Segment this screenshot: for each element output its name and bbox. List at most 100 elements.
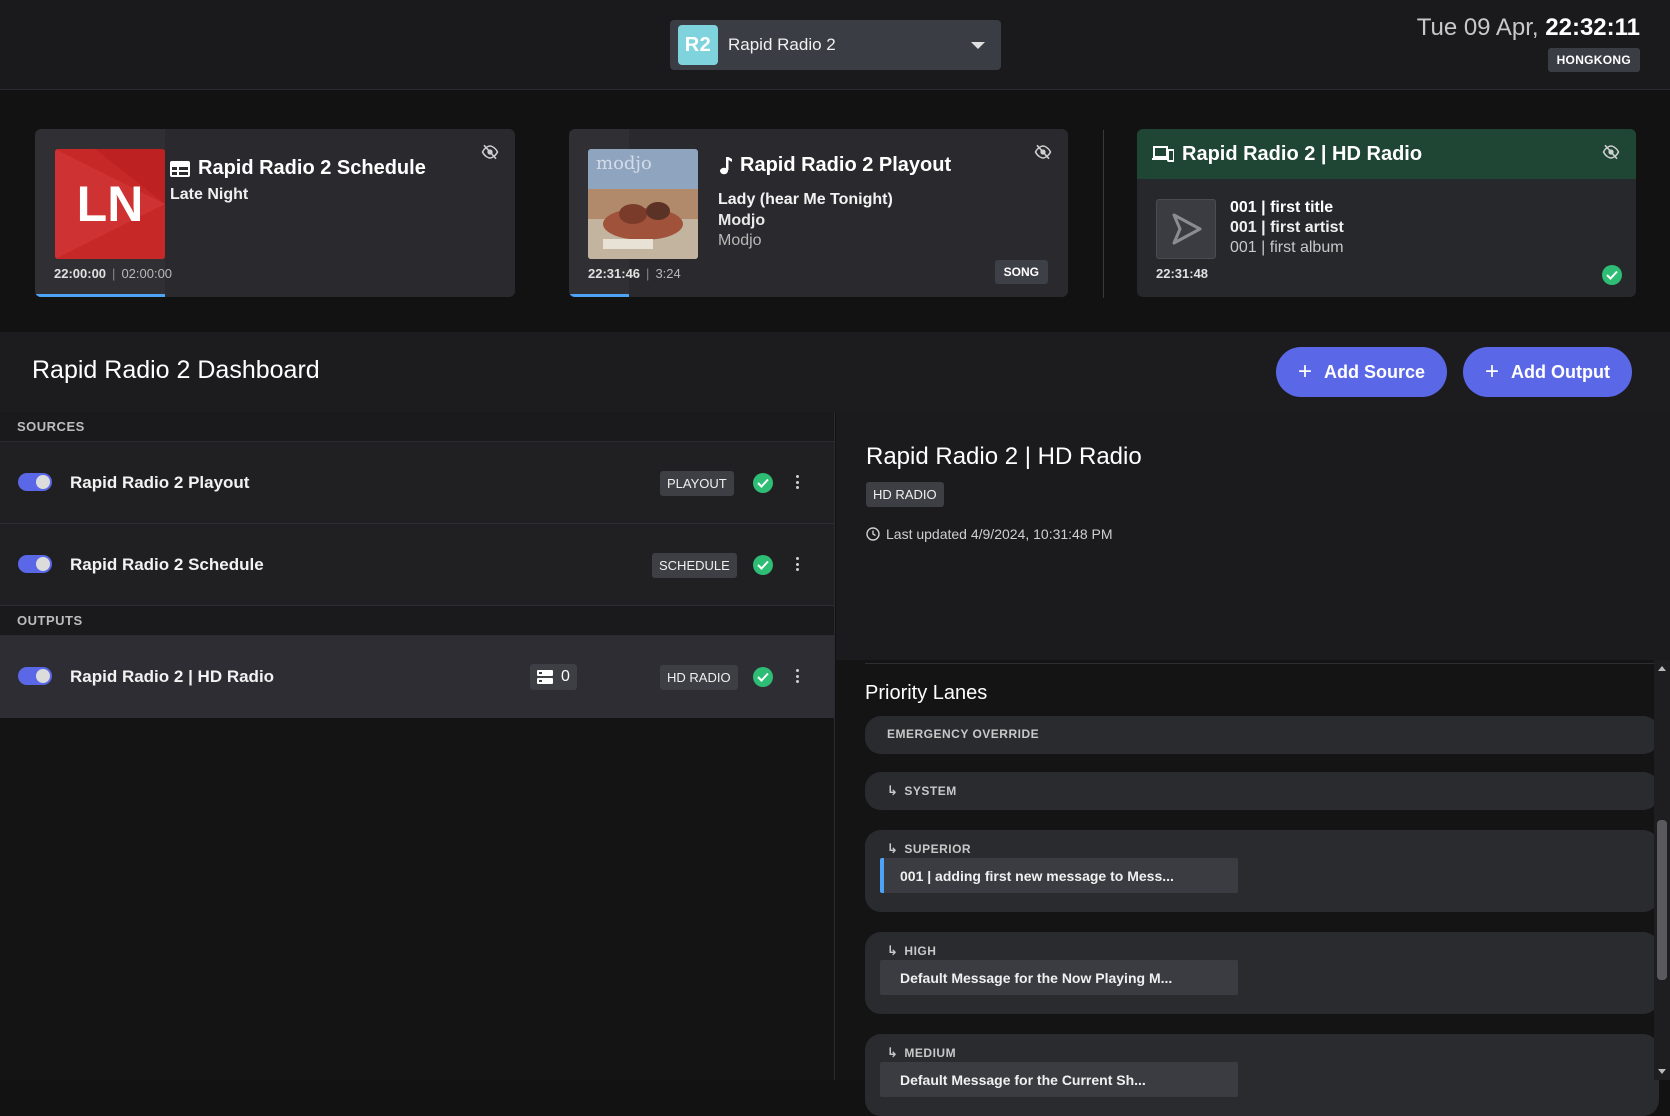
priority-lane-system[interactable]: ↳ SYSTEM <box>865 772 1659 810</box>
schedule-icon <box>170 160 190 177</box>
schedule-progress <box>35 294 515 297</box>
dashboard-header: Rapid Radio 2 Dashboard + Add Source + A… <box>0 332 1670 412</box>
hd-line-1: 001 | first title <box>1230 199 1334 216</box>
queue-icon <box>537 670 553 684</box>
lane-message-item[interactable]: Default Message for the Now Playing M... <box>880 960 1238 995</box>
schedule-art-text: LN <box>76 176 144 232</box>
playout-album: Modjo <box>718 232 762 249</box>
status-ok-icon <box>753 473 773 493</box>
card-divider <box>1103 130 1104 298</box>
visibility-off-icon[interactable] <box>1034 143 1052 161</box>
lane-label: MEDIUM <box>904 1046 957 1060</box>
add-source-label: Add Source <box>1324 361 1426 382</box>
plus-icon: + <box>1298 358 1313 385</box>
priority-lane-emergency[interactable]: EMERGENCY OVERRIDE <box>865 716 1659 754</box>
priority-lane-medium[interactable]: ↳ MEDIUM Default Message for the Current … <box>865 1034 1659 1116</box>
more-options-icon[interactable] <box>790 666 804 686</box>
status-ok-icon <box>753 667 773 687</box>
scrollbar[interactable] <box>1654 660 1670 1080</box>
schedule-card[interactable]: LN Rapid Radio 2 Schedule Late Night 22:… <box>35 129 515 297</box>
hd-art-placeholder <box>1156 199 1216 259</box>
output-toggle[interactable] <box>18 667 52 685</box>
hd-time: 22:31:48 <box>1156 266 1209 281</box>
clock-time: 22:32:11 <box>1545 14 1640 41</box>
scroll-up-icon[interactable] <box>1658 666 1666 671</box>
album-art-text: modjo <box>596 153 652 174</box>
last-updated: Last updated 4/9/2024, 10:31:48 PM <box>866 526 1113 542</box>
source-toggle[interactable] <box>18 555 52 573</box>
priority-lane-high[interactable]: ↳ HIGH Default Message for the Now Playin… <box>865 932 1659 1014</box>
sources-outputs-panel: SOURCES Rapid Radio 2 Playout PLAYOUT Ra… <box>0 412 835 1080</box>
station-name: Rapid Radio 2 <box>728 35 836 54</box>
playout-card[interactable]: modjo Rapid Radio 2 Playout Lady (hear M… <box>569 129 1068 297</box>
playout-duration: 3:24 <box>655 266 681 281</box>
lane-label: SUPERIOR <box>904 842 972 856</box>
hd-radio-card-header: Rapid Radio 2 | HD Radio <box>1137 129 1636 179</box>
devices-icon <box>1152 146 1174 162</box>
priority-lane-superior[interactable]: ↳ SUPERIOR 001 | adding first new message… <box>865 830 1659 912</box>
output-detail-header: Rapid Radio 2 | HD Radio HD RADIO Last u… <box>836 412 1670 660</box>
scrollbar-thumb[interactable] <box>1657 820 1667 980</box>
schedule-title-text: Rapid Radio 2 Schedule <box>198 157 426 179</box>
output-detail-panel: Rapid Radio 2 | HD Radio HD RADIO Last u… <box>836 412 1670 1116</box>
source-type-tag: SCHEDULE <box>652 553 737 578</box>
page-title: Rapid Radio 2 Dashboard <box>32 356 320 384</box>
divider <box>865 663 1659 664</box>
plus-icon: + <box>1485 358 1500 385</box>
schedule-start: 22:00:00 <box>54 266 107 281</box>
status-ok-icon <box>1602 265 1622 285</box>
song-badge: SONG <box>994 260 1048 284</box>
playout-start: 22:31:46 <box>588 266 641 281</box>
source-name: Rapid Radio 2 Schedule <box>70 554 264 574</box>
subdirectory-arrow-icon: ↳ <box>887 841 899 856</box>
sources-section-label: SOURCES <box>0 412 834 442</box>
playout-artist: Modjo <box>718 212 766 229</box>
add-output-button[interactable]: + Add Output <box>1463 347 1632 397</box>
playout-time: 22:31:46 | 3:24 <box>588 266 681 281</box>
chevron-down-icon <box>971 41 985 49</box>
station-badge: R2 <box>678 25 718 65</box>
queue-count-badge[interactable]: 0 <box>530 664 577 690</box>
output-type-tag: HD RADIO <box>660 665 738 690</box>
timezone-badge: HONGKONG <box>1547 48 1640 72</box>
source-toggle[interactable] <box>18 473 52 491</box>
output-detail-tag: HD RADIO <box>866 482 944 507</box>
lane-message-item[interactable]: 001 | adding first new message to Mess..… <box>880 858 1238 893</box>
top-bar: R2 Rapid Radio 2 Tue 09 Apr, 22:32:11 HO… <box>0 0 1670 90</box>
subdirectory-arrow-icon: ↳ <box>887 1045 899 1060</box>
visibility-off-icon[interactable] <box>1602 143 1620 161</box>
more-options-icon[interactable] <box>790 554 804 574</box>
output-row[interactable]: Rapid Radio 2 | HD Radio 0 HD RADIO <box>0 636 834 718</box>
clock-icon <box>866 527 880 541</box>
visibility-off-icon[interactable] <box>481 143 499 161</box>
subdirectory-arrow-icon: ↳ <box>887 783 899 798</box>
playout-track: Lady (hear Me Tonight) <box>718 191 893 208</box>
lane-label: EMERGENCY OVERRIDE <box>887 727 1040 741</box>
output-detail-title: Rapid Radio 2 | HD Radio <box>866 443 1142 470</box>
schedule-subtitle: Late Night <box>170 186 249 203</box>
source-row[interactable]: Rapid Radio 2 Schedule SCHEDULE <box>0 524 834 606</box>
station-selector[interactable]: R2 Rapid Radio 2 <box>670 20 1001 70</box>
hd-line-2: 001 | first artist <box>1230 219 1344 236</box>
hd-line-3: 001 | first album <box>1230 239 1344 256</box>
hd-title-text: Rapid Radio 2 | HD Radio <box>1182 142 1423 165</box>
source-row[interactable]: Rapid Radio 2 Playout PLAYOUT <box>0 442 834 524</box>
playout-card-title: Rapid Radio 2 Playout <box>718 154 951 177</box>
source-name: Rapid Radio 2 Playout <box>70 472 250 492</box>
lane-label: HIGH <box>904 944 937 958</box>
schedule-card-title: Rapid Radio 2 Schedule <box>170 157 426 180</box>
playout-progress <box>569 294 1068 297</box>
add-source-button[interactable]: + Add Source <box>1276 347 1448 397</box>
hd-radio-card-title: Rapid Radio 2 | HD Radio <box>1152 143 1422 166</box>
scroll-down-icon[interactable] <box>1658 1069 1666 1074</box>
clock: Tue 09 Apr, 22:32:11 HONGKONG <box>1417 14 1640 72</box>
source-type-tag: PLAYOUT <box>660 471 734 496</box>
schedule-art: LN <box>55 149 165 259</box>
subdirectory-arrow-icon: ↳ <box>887 943 899 958</box>
last-updated-text: Last updated 4/9/2024, 10:31:48 PM <box>886 526 1113 542</box>
hd-radio-card[interactable]: Rapid Radio 2 | HD Radio 001 | first tit… <box>1137 129 1636 297</box>
play-icon <box>1172 213 1202 245</box>
more-options-icon[interactable] <box>790 472 804 492</box>
outputs-section-label: OUTPUTS <box>0 606 834 636</box>
playout-album-art: modjo <box>588 149 698 259</box>
